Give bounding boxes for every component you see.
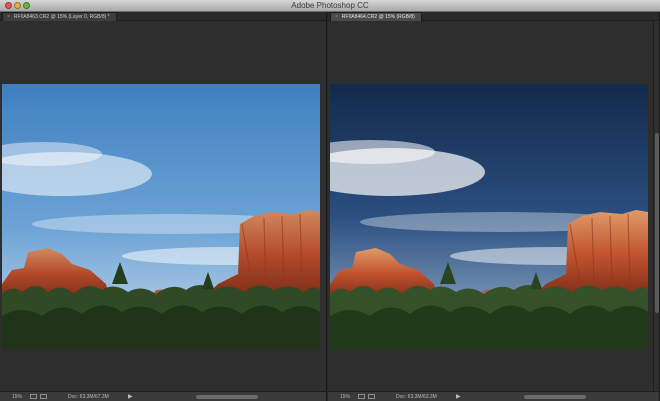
document-window-left: ×RF0A8463.CR2 @ 15% (Layer 0, RGB/8) * [0, 12, 327, 401]
photo-canvas-right[interactable] [330, 84, 648, 349]
screen-mode-icon[interactable] [30, 394, 37, 399]
document-tab-left[interactable]: × RF0A8463.CR2 @ 15% (Layer 0, RGB/8) * [2, 12, 117, 21]
tab-bar: × RF0A8464.CR2 @ 15% (RGB/8) [328, 12, 659, 21]
canvas-area[interactable] [0, 21, 326, 391]
tab-close-icon[interactable]: × [7, 14, 10, 20]
tab-close-icon[interactable]: × [335, 14, 338, 20]
zoom-level[interactable]: 15% [340, 394, 350, 400]
document-info: Doc: 63.3M/63.3M [396, 394, 437, 400]
vertical-scrollbar[interactable] [653, 21, 659, 391]
tab-label: RF0A8464.CR2 @ 15% (RGB/8) [341, 14, 415, 20]
landscape-photo-edited [330, 84, 648, 349]
share-icon[interactable] [40, 394, 47, 399]
play-arrow-icon[interactable]: ▶ [128, 393, 133, 400]
status-bar: 15% Doc: 63.3M/67.3M ▶ [0, 391, 326, 401]
share-icon[interactable] [368, 394, 375, 399]
horizontal-scrollbar-thumb[interactable] [524, 395, 586, 399]
photo-canvas-left[interactable] [2, 84, 320, 349]
landscape-photo [2, 84, 320, 349]
tab-bar: × RF0A8463.CR2 @ 15% (Layer 0, RGB/8) * [0, 12, 326, 21]
tab-label: RF0A8463.CR2 @ 15% (Layer 0, RGB/8) * [13, 14, 110, 20]
canvas-area[interactable] [328, 21, 659, 391]
status-bar: 15% Doc: 63.3M/63.3M ▶ [328, 391, 659, 401]
zoom-level[interactable]: 15% [12, 394, 22, 400]
workspace: ×RF0A8463.CR2 @ 15% (Layer 0, RGB/8) * [0, 12, 660, 401]
play-arrow-icon[interactable]: ▶ [456, 393, 461, 400]
horizontal-scrollbar-thumb[interactable] [196, 395, 258, 399]
document-info: Doc: 63.3M/67.3M [68, 394, 109, 400]
document-tab-right[interactable]: × RF0A8464.CR2 @ 15% (RGB/8) [330, 12, 422, 21]
vertical-scrollbar-thumb[interactable] [655, 133, 659, 313]
screen-mode-icon[interactable] [358, 394, 365, 399]
app-title: Adobe Photoshop CC [291, 1, 369, 10]
window-titlebar: Adobe Photoshop CC [0, 0, 660, 12]
document-window-right: × RF0A8464.CR2 @ 15% (RGB/8) 15% Doc: 63… [328, 12, 660, 401]
